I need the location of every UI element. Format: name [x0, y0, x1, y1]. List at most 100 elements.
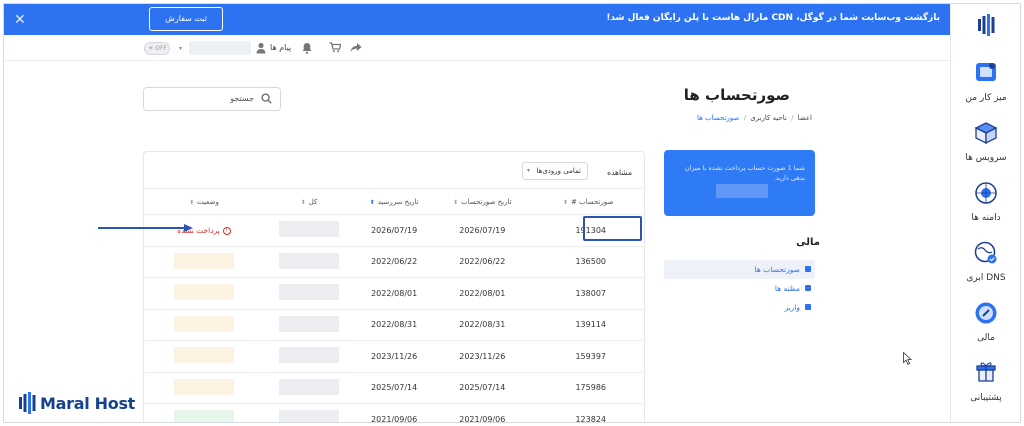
warning-icon: ! [222, 226, 231, 235]
finance-item-deposit[interactable]: واریز [664, 298, 815, 317]
col-total[interactable]: کل⬍ [264, 188, 354, 215]
support-icon [976, 362, 996, 382]
finance-item-label: مظنه ها [774, 284, 800, 293]
invoice-id[interactable]: 139114 [530, 309, 644, 341]
table-row[interactable]: 136500 2022/06/22 2022/06/22 [144, 246, 644, 278]
maralhost-logo-icon[interactable] [977, 14, 997, 36]
invoices-card: مشاهده تمامی ورودی‌ها ▾ صورتحساب #⬍ تاری… [143, 151, 645, 422]
view-label: مشاهده [607, 168, 632, 177]
due-date: 2026/07/19 [354, 214, 435, 247]
maralhost-logo-icon [19, 392, 36, 414]
wallet-icon [805, 304, 811, 310]
breadcrumb-current: صورتحساب ها [696, 114, 740, 122]
table-row[interactable]: 138007 2022/08/01 2022/08/01 [144, 277, 644, 310]
user-name[interactable] [189, 41, 251, 55]
view-select[interactable]: تمامی ورودی‌ها ▾ [522, 162, 588, 180]
banner-message: بازگشت وب‌سایت شما در گوگل، CDN مارال ها… [606, 13, 940, 23]
status-cell [144, 277, 264, 310]
sidebar-item-services[interactable]: سرویس ها [951, 120, 1020, 163]
due-date: 2022/08/31 [354, 309, 435, 341]
chevron-down-icon[interactable]: ▾ [179, 45, 182, 52]
sidebar-item-label: دامنه ها [971, 213, 1001, 223]
maralhost-brand: Maral Host [18, 392, 135, 416]
status-cell [144, 403, 264, 422]
breadcrumb-home[interactable]: اعضا [798, 114, 812, 122]
col-due-date[interactable]: تاریخ سررسید⬍ [354, 188, 435, 215]
sort-icon: ⬍ [300, 198, 306, 206]
invoice-date: 2026/07/19 [434, 214, 531, 247]
announcement-banner: ✕ ثبت سفارش بازگشت وب‌سایت شما در گوگل، … [4, 4, 952, 35]
invoice-date: 2022/08/01 [434, 277, 531, 310]
brand-name: Maral Host [40, 394, 136, 413]
theme-toggle[interactable]: ☀ OFF [144, 42, 170, 55]
breadcrumb: اعضا / ناحیه کاربری / صورتحساب ها [697, 114, 812, 122]
sidebar-item-finance[interactable]: مالی [951, 300, 1020, 343]
box-icon [974, 122, 998, 145]
sidebar-item-dashboard[interactable]: میز کار من [951, 60, 1020, 103]
invoice-icon [805, 266, 811, 272]
header-divider [4, 60, 952, 61]
search-input[interactable]: جستجو [143, 87, 281, 111]
sidebar-item-domains[interactable]: دامنه ها [951, 180, 1020, 223]
finance-icon [975, 302, 997, 324]
sidebar-item-label: DNS ابری [966, 273, 1006, 283]
table-row[interactable]: 191304 2026/07/19 2026/07/19 !پرداخت نشد… [144, 214, 644, 247]
finance-item-quotes[interactable]: مظنه ها [664, 279, 815, 298]
status-cell [144, 309, 264, 341]
invoice-id[interactable]: 123824 [530, 403, 644, 422]
sort-active-icon: ⬍ [369, 198, 375, 206]
order-button[interactable]: ثبت سفارش [149, 7, 223, 31]
status-cell [144, 340, 264, 373]
share-icon[interactable] [350, 42, 362, 53]
balance-card: شما 1 صورت حساب پرداخت نشده با میزان بده… [664, 150, 815, 216]
column-label: کل [308, 197, 318, 206]
cart-icon[interactable] [329, 42, 341, 53]
due-date: 2022/06/22 [354, 246, 435, 278]
sidebar-item-cloud-dns[interactable]: DNS ابری [951, 240, 1020, 283]
globe-icon [975, 182, 997, 204]
table-row[interactable]: 123824 2021/09/06 2021/09/06 [144, 403, 644, 422]
finance-item-invoices[interactable]: صورتحساب ها [664, 260, 815, 279]
column-label: تاریخ صورتحساب [461, 197, 512, 206]
invoice-id[interactable]: 138007 [530, 277, 644, 310]
sidebar-item-label: مالی [977, 333, 995, 343]
sidebar-item-support[interactable]: پشتیبانی [951, 360, 1020, 403]
table-row[interactable]: 175986 2025/07/14 2025/07/14 [144, 372, 644, 404]
finance-title: مالی [796, 237, 820, 248]
table-header-row: صورتحساب #⬍ تاریخ صورتحساب⬍ تاریخ سررسید… [144, 188, 644, 215]
top-utility-bar: ☀ OFF ▾ پیام ها [144, 40, 374, 58]
chevron-down-icon: ▾ [527, 167, 531, 174]
due-date: 2023/11/26 [354, 340, 435, 373]
table-row[interactable]: 159397 2023/11/26 2023/11/26 [144, 340, 644, 373]
close-banner-icon[interactable]: ✕ [14, 12, 26, 28]
invoices-table: صورتحساب #⬍ تاریخ صورتحساب⬍ تاریخ سررسید… [144, 188, 644, 422]
table-row[interactable]: 139114 2022/08/31 2022/08/31 [144, 309, 644, 341]
invoice-id[interactable]: 159397 [530, 340, 644, 373]
invoice-id[interactable]: 175986 [530, 372, 644, 404]
user-icon[interactable] [256, 42, 266, 54]
status-badge [174, 315, 234, 332]
due-date: 2021/09/06 [354, 403, 435, 422]
finance-menu: صورتحساب ها مظنه ها واریز [664, 260, 815, 317]
breadcrumb-area[interactable]: ناحیه کاربری [750, 114, 787, 122]
total-value [279, 284, 339, 301]
finance-item-label: واریز [784, 303, 800, 312]
page-title: صورتحساب ها [683, 86, 790, 104]
col-invoice-date[interactable]: تاریخ صورتحساب⬍ [434, 188, 531, 215]
invoice-date: 2025/07/14 [434, 372, 531, 404]
sidebar-item-label: سرویس ها [965, 153, 1007, 163]
desktop-icon [976, 63, 996, 81]
col-status[interactable]: وضعیت⬍ [144, 188, 264, 215]
bell-icon[interactable] [302, 42, 312, 54]
messages-link[interactable]: پیام ها [270, 43, 291, 52]
invoice-date: 2022/06/22 [434, 246, 531, 278]
status-badge [174, 410, 234, 422]
col-invoice-id[interactable]: صورتحساب #⬍ [530, 188, 644, 215]
total-value [279, 221, 339, 238]
invoice-highlight-box [583, 216, 642, 241]
status-badge [174, 252, 234, 269]
breadcrumb-separator: / [743, 114, 746, 122]
invoice-id[interactable]: 136500 [530, 246, 644, 278]
total-cell [264, 403, 354, 422]
total-cell [264, 372, 354, 404]
